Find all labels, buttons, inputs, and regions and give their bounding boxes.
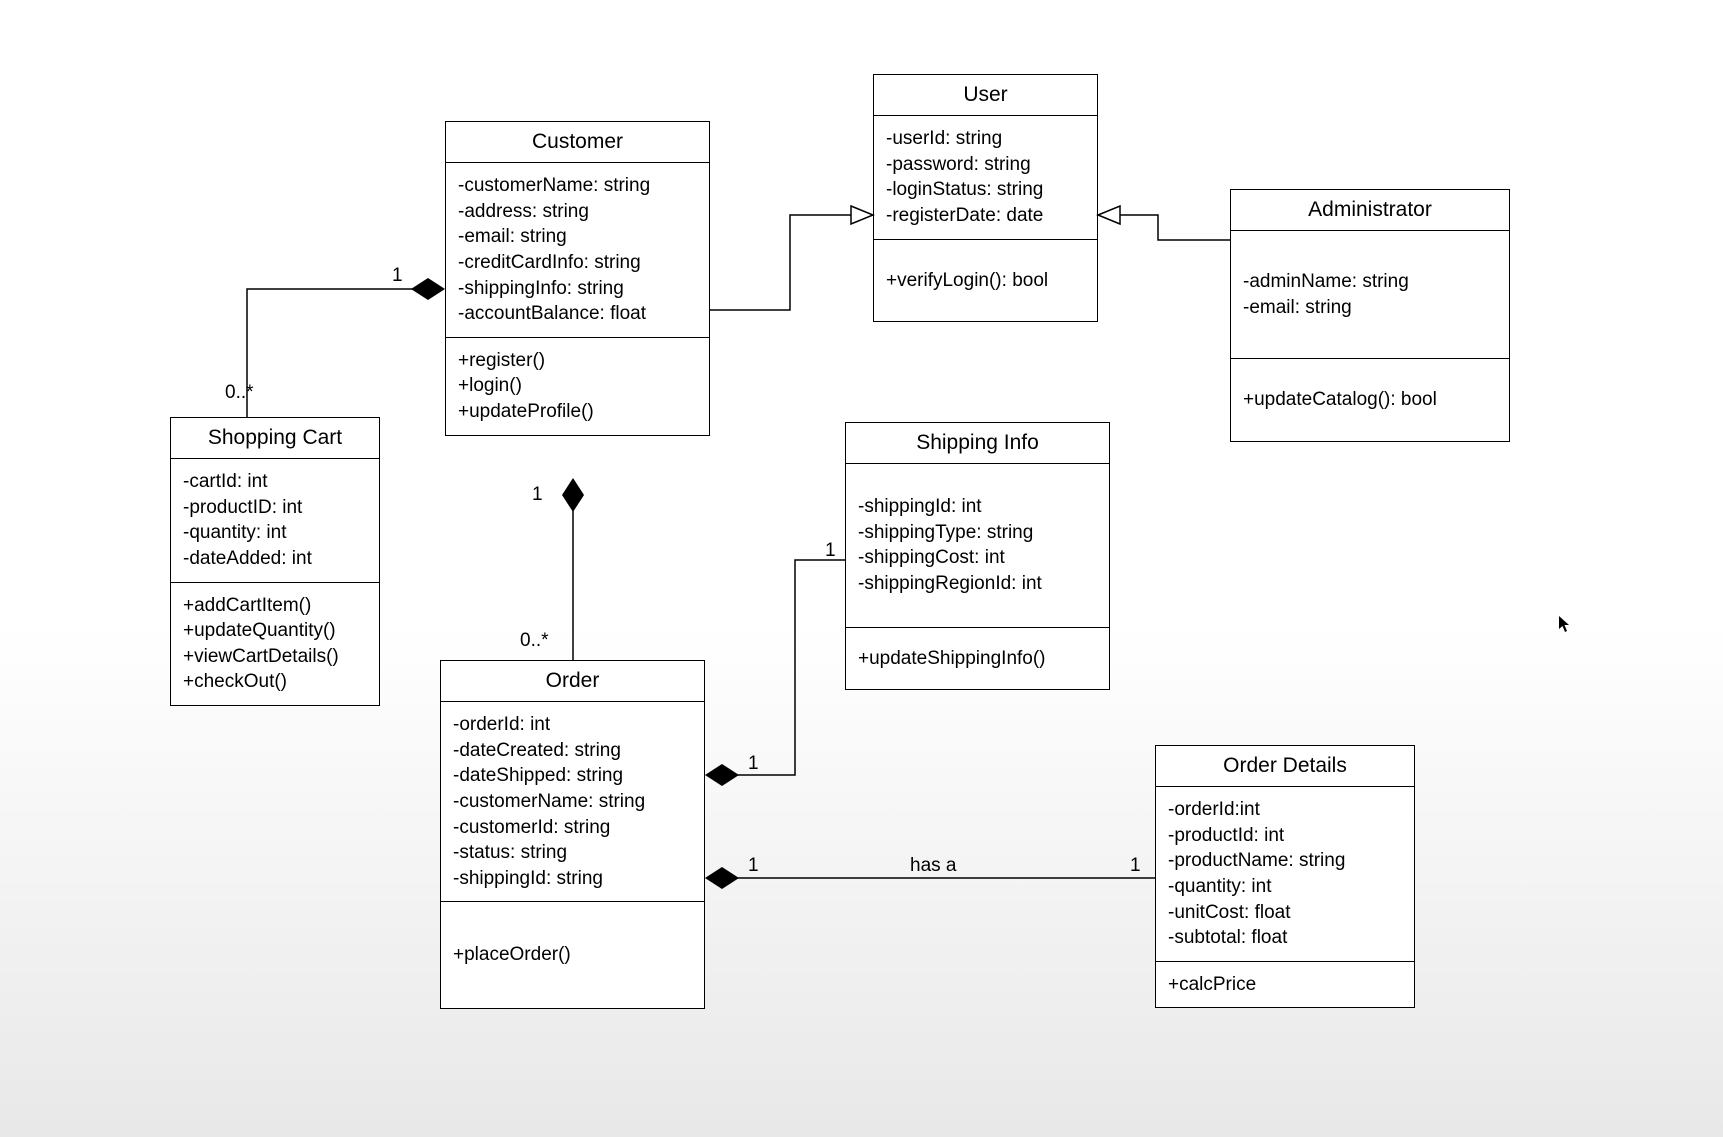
op: +calcPrice (1168, 972, 1402, 998)
class-shipping-info-title: Shipping Info (846, 423, 1109, 464)
class-customer: Customer -customerName: string -address:… (445, 121, 710, 436)
attr: -productID: int (183, 495, 367, 521)
attr: -customerName: string (458, 173, 697, 199)
mult-customer-cart-0star: 0..* (225, 382, 254, 404)
rel-order-composes-shippinginfo (705, 560, 845, 786)
attr: -creditCardInfo: string (458, 250, 697, 276)
op: +login() (458, 373, 697, 399)
op: +viewCartDetails() (183, 644, 367, 670)
op: +verifyLogin(): bool (886, 268, 1085, 294)
class-user-title: User (874, 75, 1097, 116)
attr: -productId: int (1168, 823, 1402, 849)
op: +updateShippingInfo() (858, 646, 1097, 672)
mult-order-ship-far: 1 (825, 540, 836, 562)
op: +updateQuantity() (183, 618, 367, 644)
attr: -registerDate: date (886, 203, 1085, 229)
composition-diamond-icon (705, 867, 739, 889)
class-shopping-cart-operations: +addCartItem() +updateQuantity() +viewCa… (171, 583, 379, 706)
attr: -cartId: int (183, 469, 367, 495)
rel-administrator-generalizes-user (1098, 215, 1230, 240)
attr: -status: string (453, 840, 692, 866)
attr: -shippingInfo: string (458, 276, 697, 302)
composition-diamond-icon (562, 478, 584, 512)
mult-order-det-near: 1 (748, 855, 759, 877)
attr: -dateAdded: int (183, 546, 367, 572)
op: +checkOut() (183, 669, 367, 695)
attr: -email: string (458, 224, 697, 250)
attr: -productName: string (1168, 848, 1402, 874)
attr: -dateCreated: string (453, 738, 692, 764)
attr: -address: string (458, 199, 697, 225)
attr: -email: string (1243, 295, 1497, 321)
class-order-title: Order (441, 661, 704, 702)
op: +updateCatalog(): bool (1243, 387, 1497, 413)
class-user: User -userId: string -password: string -… (873, 74, 1098, 322)
attr: -customerName: string (453, 789, 692, 815)
composition-diamond-icon (705, 764, 739, 786)
op: +register() (458, 348, 697, 374)
class-shopping-cart-title: Shopping Cart (171, 418, 379, 459)
op: +updateProfile() (458, 399, 697, 425)
class-administrator-operations: +updateCatalog(): bool (1231, 359, 1509, 441)
attr: -orderId:int (1168, 797, 1402, 823)
attr: -quantity: int (1168, 874, 1402, 900)
attr: -shippingCost: int (858, 545, 1097, 571)
attr: -password: string (886, 152, 1085, 178)
op: +addCartItem() (183, 593, 367, 619)
composition-diamond-icon (411, 278, 445, 300)
rel-customer-composes-shoppingcart (247, 278, 445, 417)
mouse-cursor-icon (1558, 615, 1572, 638)
attr: -subtotal: float (1168, 925, 1402, 951)
rel-label-hasa: has a (910, 855, 956, 877)
mult-customer-cart-1: 1 (392, 265, 403, 287)
class-administrator-attributes: -adminName: string -email: string (1231, 231, 1509, 359)
attr: -shippingRegionId: int (858, 571, 1097, 597)
attr: -orderId: int (453, 712, 692, 738)
class-order-details-title: Order Details (1156, 746, 1414, 787)
attr: -unitCost: float (1168, 900, 1402, 926)
mult-customer-order-1: 1 (532, 484, 543, 506)
class-user-attributes: -userId: string -password: string -login… (874, 116, 1097, 240)
attr: -accountBalance: float (458, 301, 697, 327)
class-order-attributes: -orderId: int -dateCreated: string -date… (441, 702, 704, 902)
class-administrator: Administrator -adminName: string -email:… (1230, 189, 1510, 442)
mult-order-det-far: 1 (1130, 855, 1141, 877)
attr: -quantity: int (183, 520, 367, 546)
class-shipping-info-operations: +updateShippingInfo() (846, 628, 1109, 690)
rel-customer-generalizes-user (710, 215, 873, 310)
class-user-operations: +verifyLogin(): bool (874, 240, 1097, 322)
class-shopping-cart: Shopping Cart -cartId: int -productID: i… (170, 417, 380, 706)
attr: -shippingId: int (858, 494, 1097, 520)
attr: -adminName: string (1243, 269, 1497, 295)
class-order-details-attributes: -orderId:int -productId: int -productNam… (1156, 787, 1414, 962)
class-order-operations: +placeOrder() (441, 902, 704, 1008)
op: +placeOrder() (453, 942, 692, 968)
class-shipping-info: Shipping Info -shippingId: int -shipping… (845, 422, 1110, 690)
attr: -userId: string (886, 126, 1085, 152)
class-order-details-operations: +calcPrice (1156, 962, 1414, 1008)
attr: -shippingId: string (453, 866, 692, 892)
class-order-details: Order Details -orderId:int -productId: i… (1155, 745, 1415, 1008)
class-customer-title: Customer (446, 122, 709, 163)
attr: -customerId: string (453, 815, 692, 841)
class-administrator-title: Administrator (1231, 190, 1509, 231)
attr: -dateShipped: string (453, 763, 692, 789)
rel-customer-composes-order (562, 478, 584, 660)
class-shopping-cart-attributes: -cartId: int -productID: int -quantity: … (171, 459, 379, 583)
mult-customer-order-0star: 0..* (520, 630, 549, 652)
class-shipping-info-attributes: -shippingId: int -shippingType: string -… (846, 464, 1109, 628)
attr: -shippingType: string (858, 520, 1097, 546)
class-customer-attributes: -customerName: string -address: string -… (446, 163, 709, 338)
mult-order-ship-near: 1 (748, 753, 759, 775)
class-order: Order -orderId: int -dateCreated: string… (440, 660, 705, 1009)
class-customer-operations: +register() +login() +updateProfile() (446, 338, 709, 435)
attr: -loginStatus: string (886, 177, 1085, 203)
